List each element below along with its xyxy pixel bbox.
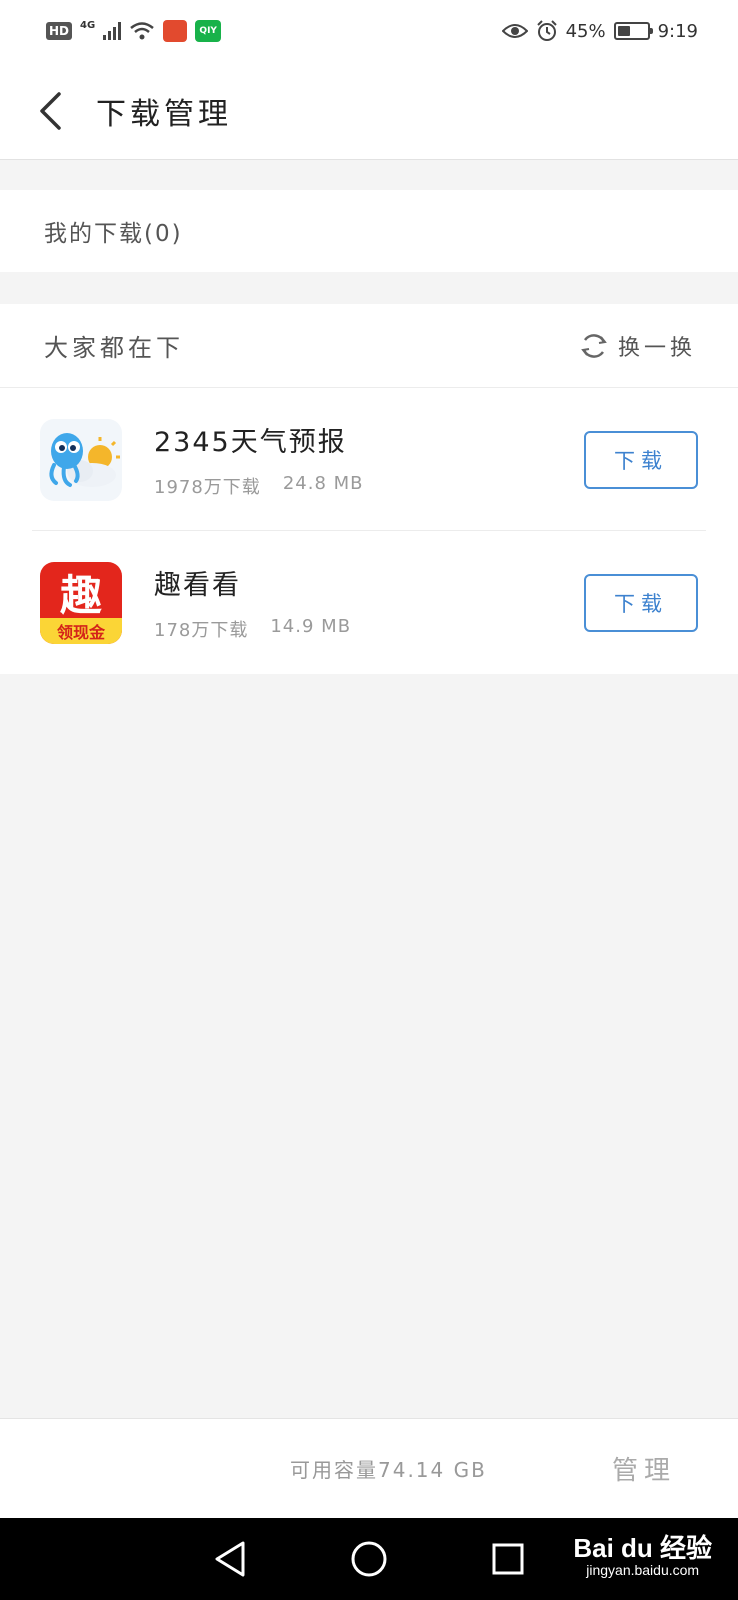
battery-percent: 45% [565,20,606,42]
nav-home-button[interactable] [347,1537,391,1581]
recommend-title: 大家都在下 [44,334,184,362]
iqiyi-notification-icon: QIY [195,20,222,42]
qu-kankan-icon: 趣 领现金 [40,561,122,644]
signal-icon [103,22,122,40]
clock: 9:19 [657,20,698,42]
watermark: Bai du 经验 jingyan.baidu.com [573,1534,712,1578]
my-downloads-label: 我的下载(0) [44,221,183,247]
eye-icon [501,24,528,38]
nav-recents-button[interactable] [486,1537,530,1581]
manage-button[interactable]: 管理 [612,1450,676,1487]
circle-home-icon [351,1541,387,1577]
app-download-count: 1978万下载 [154,477,261,498]
triangle-back-icon [215,1541,245,1577]
app-info: 2345天气预报 1978万下载 24.8 MB [154,420,584,499]
download-button[interactable]: 下载 [584,430,698,489]
watermark-url: jingyan.baidu.com [586,1561,700,1578]
watermark-logo: Bai du 经验 [573,1533,712,1563]
app-meta: 1978万下载 24.8 MB [154,473,584,499]
app-meta: 178万下载 14.9 MB [154,616,584,642]
recommend-section: 大家都在下 换一换 2345天气预报 1978万下载 24.8 MB 下载 趣 … [0,304,738,674]
bottom-bar: 可用容量74.14 GB 管理 [0,1418,738,1518]
battery-level [617,26,631,36]
download-button[interactable]: 下载 [584,573,698,632]
status-bar: HD 4G QIY 45% 9:19 [0,0,738,62]
chevron-left-icon [40,91,61,130]
my-downloads-item[interactable]: 我的下载(0) [0,190,738,272]
alarm-icon [536,20,557,41]
status-left: HD 4G QIY [46,19,222,42]
refresh-icon [581,333,607,358]
hd-badge: HD [46,22,73,40]
top-bar: 下载管理 [0,62,738,160]
app-list-item[interactable]: 2345天气预报 1978万下载 24.8 MB 下载 [0,388,738,531]
status-right: 45% 9:19 [501,20,698,42]
page-title: 下载管理 [96,96,232,132]
app-icon-banner: 领现金 [57,623,106,642]
nav-back-button[interactable] [208,1537,252,1581]
app-size: 14.9 MB [270,616,352,637]
app-icon-char: 趣 [60,571,102,620]
app-name: 趣看看 [154,570,241,601]
square-recents-icon [492,1543,524,1575]
refresh-button[interactable]: 换一换 [580,330,696,362]
app-notification-icon [163,20,188,42]
battery-icon [613,22,653,40]
back-button[interactable] [10,62,90,160]
app-list-item[interactable]: 趣 领现金 趣看看 178万下载 14.9 MB 下载 [0,531,738,674]
refresh-label: 换一换 [617,335,696,361]
app-download-count: 178万下载 [154,620,249,641]
storage-available: 可用容量74.14 GB [290,1458,487,1482]
app-info: 趣看看 178万下载 14.9 MB [154,563,584,642]
recommend-header: 大家都在下 换一换 [0,304,738,388]
weather-cloud-sun-icon [40,418,122,501]
app-size: 24.8 MB [282,473,364,494]
app-name: 2345天气预报 [154,427,347,458]
wifi-icon [130,22,154,40]
network-type: 4G [80,19,96,31]
